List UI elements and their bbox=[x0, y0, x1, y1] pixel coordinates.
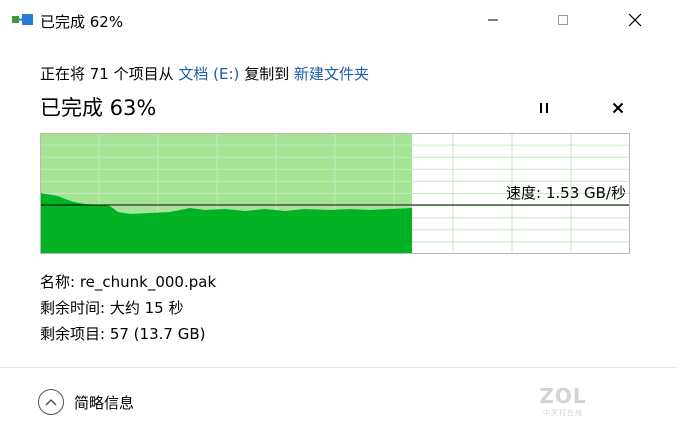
speed-label: 速度: 1.53 GB/秒 bbox=[506, 184, 626, 202]
cancel-icon bbox=[612, 102, 624, 114]
zol-watermark: ZOL 中关村在线 bbox=[528, 384, 598, 418]
progress-title: 已完成 63% bbox=[40, 96, 157, 120]
window-title: 已完成 62% bbox=[40, 13, 124, 31]
destination-link[interactable]: 新建文件夹 bbox=[294, 65, 369, 83]
time-remaining: 剩余时间: 大约 15 秒 bbox=[40, 299, 184, 317]
fewer-details-button[interactable]: 简略信息 bbox=[38, 389, 134, 415]
cancel-copy-button[interactable] bbox=[606, 96, 630, 120]
details-label: 简略信息 bbox=[74, 393, 135, 412]
pause-button[interactable] bbox=[532, 96, 556, 120]
items-remaining: 剩余项目: 57 (13.7 GB) bbox=[40, 325, 206, 343]
pause-icon bbox=[540, 103, 548, 113]
copy-description: 正在将 71 个项目从 文档 (E:) 复制到 新建文件夹 bbox=[40, 63, 369, 84]
speed-chart: 速度: 1.53 GB/秒 bbox=[40, 133, 630, 254]
close-icon bbox=[628, 13, 642, 27]
maximize-icon bbox=[558, 15, 568, 25]
maximize-button[interactable] bbox=[540, 0, 586, 40]
copy-app-icon bbox=[12, 14, 33, 25]
minimize-icon bbox=[488, 19, 498, 21]
file-name: 名称: re_chunk_000.pak bbox=[40, 273, 217, 291]
title-bar: 已完成 62% bbox=[0, 0, 677, 40]
minimize-button[interactable] bbox=[470, 0, 516, 40]
copy-line-middle: 复制到 bbox=[239, 65, 294, 83]
watermark-logo: ZOL bbox=[539, 384, 587, 408]
source-link[interactable]: 文档 (E:) bbox=[178, 65, 239, 83]
chevron-up-icon bbox=[38, 389, 64, 415]
watermark-sub: 中关村在线 bbox=[543, 409, 583, 417]
copy-line-prefix: 正在将 71 个项目从 bbox=[40, 65, 179, 83]
close-button[interactable] bbox=[612, 0, 658, 40]
